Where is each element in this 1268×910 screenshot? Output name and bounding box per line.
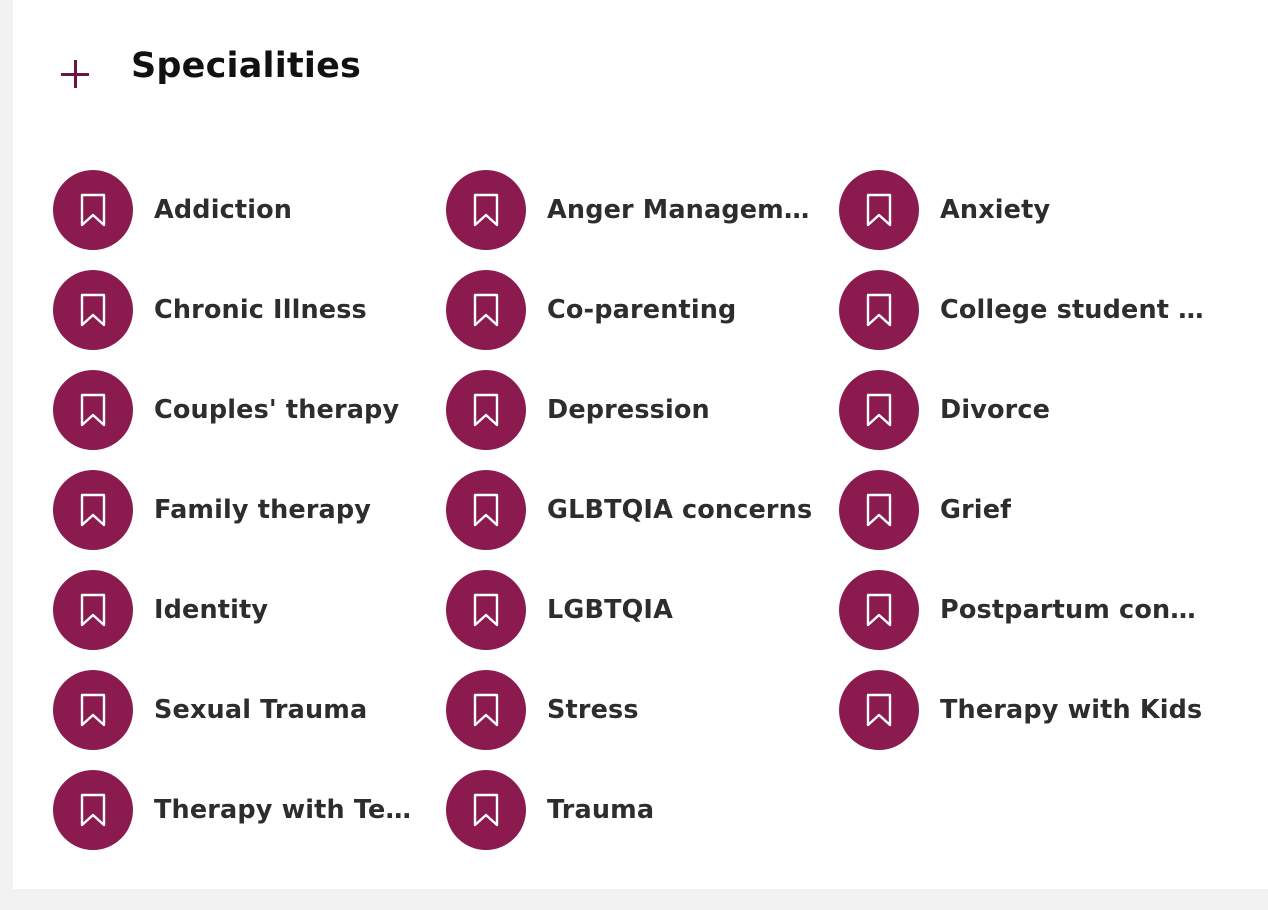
speciality-item[interactable]: LGBTQIA bbox=[446, 570, 673, 650]
bookmark-icon bbox=[839, 170, 919, 250]
bookmark-icon bbox=[839, 470, 919, 550]
speciality-label: Chronic Illness bbox=[154, 295, 367, 325]
bookmark-icon bbox=[53, 770, 133, 850]
speciality-item[interactable]: Grief bbox=[839, 470, 1011, 550]
bookmark-icon bbox=[446, 170, 526, 250]
speciality-item[interactable]: Family therapy bbox=[53, 470, 371, 550]
speciality-item[interactable]: Co-parenting bbox=[446, 270, 736, 350]
speciality-item[interactable]: Stress bbox=[446, 670, 639, 750]
bookmark-icon bbox=[53, 470, 133, 550]
speciality-label: Stress bbox=[547, 695, 639, 725]
speciality-item[interactable]: GLBTQIA concerns bbox=[446, 470, 812, 550]
bookmark-icon bbox=[53, 170, 133, 250]
bookmark-icon bbox=[446, 570, 526, 650]
speciality-label: Sexual Trauma bbox=[154, 695, 368, 725]
speciality-item[interactable]: Sexual Trauma bbox=[53, 670, 367, 750]
speciality-label: Couples' therapy bbox=[154, 395, 400, 425]
speciality-item[interactable]: Anxiety bbox=[839, 170, 1050, 250]
speciality-item[interactable]: Identity bbox=[53, 570, 268, 650]
speciality-label: Identity bbox=[154, 595, 269, 625]
speciality-label: Grief bbox=[940, 495, 1012, 525]
speciality-label: Trauma bbox=[547, 795, 655, 825]
speciality-item[interactable]: Therapy with Kids bbox=[839, 670, 1202, 750]
speciality-label: Family therapy bbox=[154, 495, 372, 525]
speciality-label: Therapy with Teens bbox=[154, 795, 425, 825]
speciality-label: Therapy with Kids bbox=[940, 695, 1203, 725]
bookmark-icon bbox=[446, 470, 526, 550]
speciality-item[interactable]: Therapy with Teens bbox=[53, 770, 425, 850]
bookmark-icon bbox=[53, 270, 133, 350]
bookmark-icon bbox=[446, 770, 526, 850]
speciality-item[interactable]: Chronic Illness bbox=[53, 270, 367, 350]
speciality-item[interactable]: Postpartum concerns bbox=[839, 570, 1211, 650]
speciality-label: Anger Management bbox=[547, 195, 818, 225]
bookmark-icon bbox=[53, 670, 133, 750]
speciality-item[interactable]: College student counseling bbox=[839, 270, 1211, 350]
bookmark-icon bbox=[53, 370, 133, 450]
speciality-label: Depression bbox=[547, 395, 710, 425]
bookmark-icon bbox=[446, 670, 526, 750]
plus-icon[interactable] bbox=[59, 58, 91, 90]
bookmark-icon bbox=[839, 570, 919, 650]
speciality-label: College student counseling bbox=[940, 295, 1211, 325]
speciality-label: Co-parenting bbox=[547, 295, 737, 325]
speciality-item[interactable]: Couples' therapy bbox=[53, 370, 399, 450]
bookmark-icon bbox=[839, 370, 919, 450]
speciality-label: Divorce bbox=[940, 395, 1051, 425]
bookmark-icon bbox=[839, 670, 919, 750]
speciality-label: Addiction bbox=[154, 195, 293, 225]
speciality-item[interactable]: Anger Management bbox=[446, 170, 818, 250]
speciality-label: GLBTQIA concerns bbox=[547, 495, 813, 525]
bookmark-icon bbox=[839, 270, 919, 350]
speciality-item[interactable]: Addiction bbox=[53, 170, 292, 250]
section-title: Specialities bbox=[131, 46, 362, 86]
speciality-label: Postpartum concerns bbox=[940, 595, 1211, 625]
speciality-item[interactable]: Divorce bbox=[839, 370, 1050, 450]
bookmark-icon bbox=[446, 270, 526, 350]
speciality-label: Anxiety bbox=[940, 195, 1051, 225]
speciality-item[interactable]: Depression bbox=[446, 370, 710, 450]
bookmark-icon bbox=[53, 570, 133, 650]
specialities-card: Specialities Addiction Anger Management … bbox=[13, 0, 1268, 889]
bookmark-icon bbox=[446, 370, 526, 450]
speciality-label: LGBTQIA bbox=[547, 595, 673, 625]
speciality-item[interactable]: Trauma bbox=[446, 770, 654, 850]
section-header: Specialities bbox=[13, 0, 1268, 150]
